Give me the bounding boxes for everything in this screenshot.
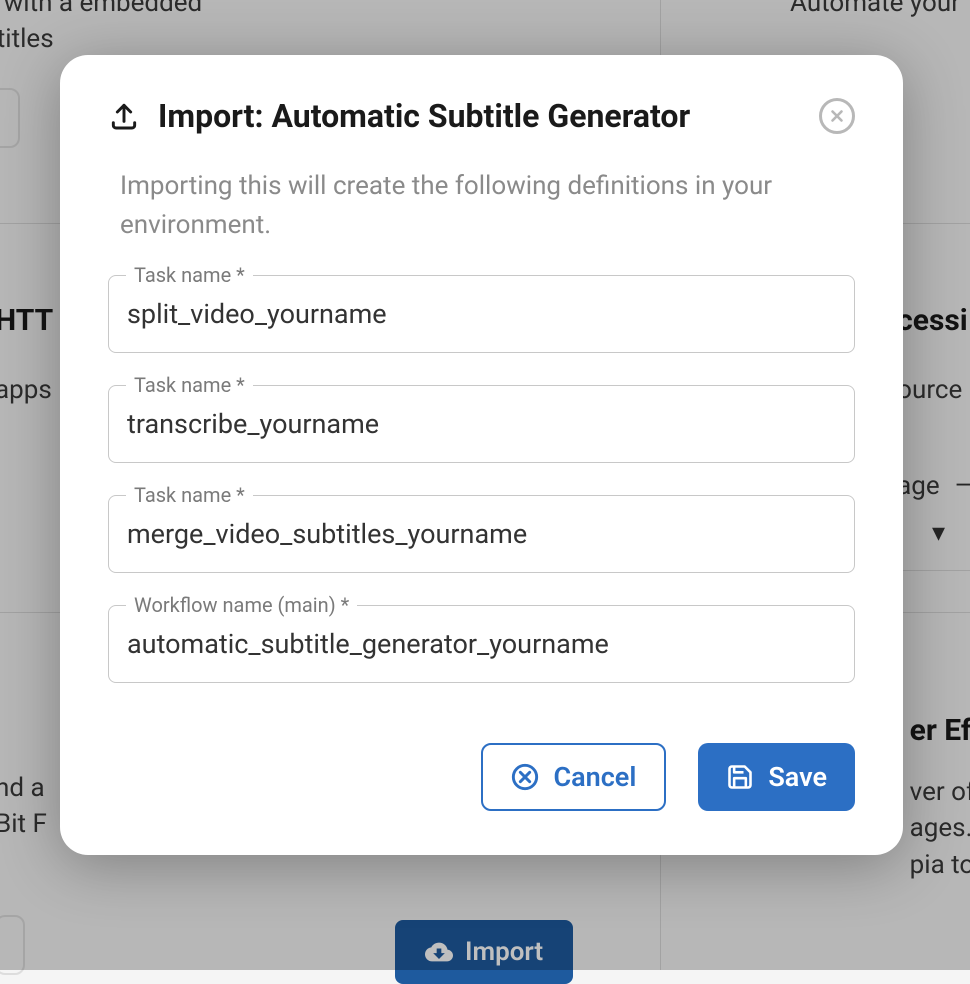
- field-label: Task name *: [126, 263, 253, 287]
- modal-header: Import: Automatic Subtitle Generator: [108, 97, 855, 135]
- save-button[interactable]: Save: [698, 743, 855, 811]
- task-name-field-3: Task name *: [108, 495, 855, 573]
- modal-footer: Cancel Save: [108, 743, 855, 811]
- save-icon: [726, 763, 754, 791]
- cancel-label: Cancel: [553, 761, 636, 793]
- cancel-button[interactable]: Cancel: [481, 743, 666, 811]
- task-name-field-2: Task name *: [108, 385, 855, 463]
- field-label: Task name *: [126, 483, 253, 507]
- field-label: Task name *: [126, 373, 253, 397]
- workflow-name-field: Workflow name (main) *: [108, 605, 855, 683]
- upload-icon: [108, 100, 140, 132]
- task-name-field-1: Task name *: [108, 275, 855, 353]
- import-modal: Import: Automatic Subtitle Generator Imp…: [60, 55, 903, 855]
- modal-description: Importing this will create the following…: [108, 167, 855, 245]
- modal-title: Import: Automatic Subtitle Generator: [158, 97, 801, 135]
- close-icon: [828, 107, 846, 125]
- field-label: Workflow name (main) *: [126, 593, 357, 617]
- cancel-circle-icon: [511, 763, 539, 791]
- save-label: Save: [768, 761, 827, 793]
- close-button[interactable]: [819, 98, 855, 134]
